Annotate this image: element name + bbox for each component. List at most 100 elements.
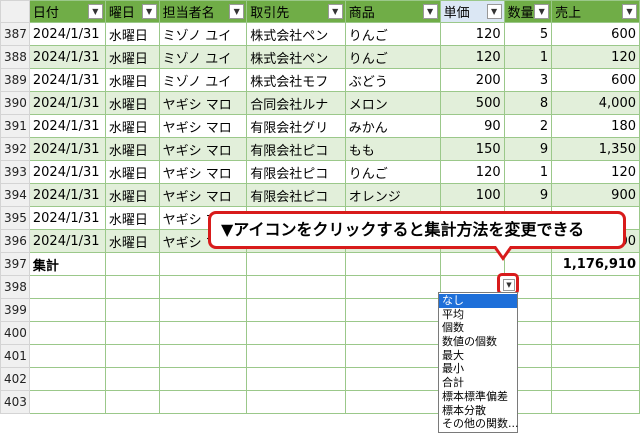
total-cell[interactable] (158, 252, 248, 276)
cell-product[interactable]: オレンジ (344, 183, 441, 207)
cell-price[interactable]: 120 (439, 160, 505, 184)
cell-sales[interactable]: 600 (551, 22, 640, 46)
cell-day[interactable]: 水曜日 (104, 206, 160, 230)
empty-cell[interactable] (158, 367, 248, 391)
cell-person[interactable]: ミゾノ ユイ (158, 68, 248, 92)
total-label[interactable]: 集計 (28, 252, 106, 276)
empty-cell[interactable] (246, 298, 346, 322)
empty-cell[interactable] (344, 275, 441, 299)
cell-date[interactable]: 2024/1/31 (28, 68, 106, 92)
cell-person[interactable]: ヤギシ マロ (158, 137, 248, 161)
total-cell[interactable] (246, 252, 346, 276)
filter-button-icon[interactable]: ▼ (486, 4, 502, 19)
cell-client[interactable]: 株式会社ペン (246, 22, 346, 46)
cell-client[interactable]: 有限会社グリ (246, 114, 346, 138)
dropdown-option[interactable]: その他の関数... (439, 417, 519, 431)
row-number[interactable]: 398 (0, 275, 30, 299)
empty-cell[interactable] (246, 275, 346, 299)
row-number[interactable]: 396 (0, 229, 30, 253)
cell-qty[interactable]: 5 (503, 22, 553, 46)
row-number[interactable]: 390 (0, 91, 30, 115)
cell-sales[interactable]: 1,350 (551, 137, 640, 161)
filter-button-icon[interactable]: ▼ (422, 4, 438, 19)
empty-cell[interactable] (158, 298, 248, 322)
cell-day[interactable]: 水曜日 (104, 68, 160, 92)
empty-cell[interactable] (344, 298, 441, 322)
cell-person[interactable]: ヤギシ マロ (158, 114, 248, 138)
empty-cell[interactable] (28, 321, 106, 345)
row-number[interactable]: 393 (0, 160, 30, 184)
cell-product[interactable]: りんご (344, 160, 441, 184)
dropdown-option[interactable]: 標本分散 (439, 404, 517, 418)
total-cell[interactable] (104, 252, 160, 276)
cell-day[interactable]: 水曜日 (104, 114, 160, 138)
empty-cell[interactable] (158, 390, 248, 414)
cell-qty[interactable]: 9 (503, 183, 553, 207)
empty-cell[interactable] (104, 367, 160, 391)
empty-cell[interactable] (104, 390, 160, 414)
row-number[interactable]: 402 (0, 367, 30, 391)
column-header-qty[interactable]: 数量 ▼ (503, 0, 553, 23)
cell-date[interactable]: 2024/1/31 (28, 160, 106, 184)
cell-product[interactable]: りんご (344, 22, 441, 46)
cell-day[interactable]: 水曜日 (104, 91, 160, 115)
filter-button-icon[interactable]: ▼ (327, 4, 343, 19)
cell-product[interactable]: みかん (344, 114, 441, 138)
cell-client[interactable]: 株式会社ペン (246, 45, 346, 69)
row-number[interactable]: 389 (0, 68, 30, 92)
cell-date[interactable]: 2024/1/31 (28, 206, 106, 230)
empty-cell[interactable] (246, 390, 346, 414)
cell-qty[interactable]: 1 (503, 45, 553, 69)
dropdown-option[interactable]: 合計 (439, 376, 517, 390)
cell-date[interactable]: 2024/1/31 (28, 91, 106, 115)
column-header-day[interactable]: 曜日 ▼ (104, 0, 160, 23)
empty-cell[interactable] (551, 321, 640, 345)
row-number[interactable]: 397 (0, 252, 30, 276)
cell-person[interactable]: ヤギシ マロ (158, 160, 248, 184)
cell-person[interactable]: ミゾノ ユイ (158, 45, 248, 69)
cell-qty[interactable]: 1 (503, 160, 553, 184)
empty-cell[interactable] (344, 344, 441, 368)
cell-qty[interactable]: 9 (503, 137, 553, 161)
cell-day[interactable]: 水曜日 (104, 45, 160, 69)
row-number[interactable]: 400 (0, 321, 30, 345)
dropdown-option[interactable]: 個数 (439, 321, 517, 335)
cell-day[interactable]: 水曜日 (104, 183, 160, 207)
cell-sales[interactable]: 180 (551, 114, 640, 138)
cell-price[interactable]: 200 (439, 68, 505, 92)
cell-sales[interactable]: 120 (551, 160, 640, 184)
dropdown-option[interactable]: 最大 (439, 349, 517, 363)
cell-price[interactable]: 150 (439, 137, 505, 161)
cell-product[interactable]: もも (344, 137, 441, 161)
dropdown-option[interactable]: 標本標準偏差 (439, 390, 517, 404)
cell-person[interactable]: ヤギシ マロ (158, 183, 248, 207)
cell-qty[interactable]: 2 (503, 114, 553, 138)
empty-cell[interactable] (104, 321, 160, 345)
cell-date[interactable]: 2024/1/31 (28, 114, 106, 138)
empty-cell[interactable] (246, 321, 346, 345)
cell-product[interactable]: りんご (344, 45, 441, 69)
empty-cell[interactable] (344, 321, 441, 345)
cell-person[interactable]: ヤギシ マロ (158, 91, 248, 115)
row-number[interactable]: 394 (0, 183, 30, 207)
cell-date[interactable]: 2024/1/31 (28, 45, 106, 69)
empty-cell[interactable] (551, 275, 640, 299)
cell-person[interactable]: ミゾノ ユイ (158, 22, 248, 46)
filter-button-icon[interactable]: ▼ (534, 4, 550, 19)
cell-day[interactable]: 水曜日 (104, 229, 160, 253)
row-header[interactable] (0, 0, 30, 23)
cell-price[interactable]: 120 (439, 45, 505, 69)
row-number[interactable]: 388 (0, 45, 30, 69)
empty-cell[interactable] (551, 298, 640, 322)
empty-cell[interactable] (551, 390, 640, 414)
cell-client[interactable]: 有限会社ピコ (246, 137, 346, 161)
filter-button-icon[interactable]: ▼ (229, 4, 245, 19)
cell-day[interactable]: 水曜日 (104, 160, 160, 184)
dropdown-option[interactable]: 平均 (439, 308, 517, 322)
row-number[interactable]: 401 (0, 344, 30, 368)
cell-day[interactable]: 水曜日 (104, 22, 160, 46)
empty-cell[interactable] (28, 298, 106, 322)
row-number[interactable]: 403 (0, 390, 30, 414)
row-number[interactable]: 395 (0, 206, 30, 230)
cell-sales[interactable]: 4,000 (551, 91, 640, 115)
